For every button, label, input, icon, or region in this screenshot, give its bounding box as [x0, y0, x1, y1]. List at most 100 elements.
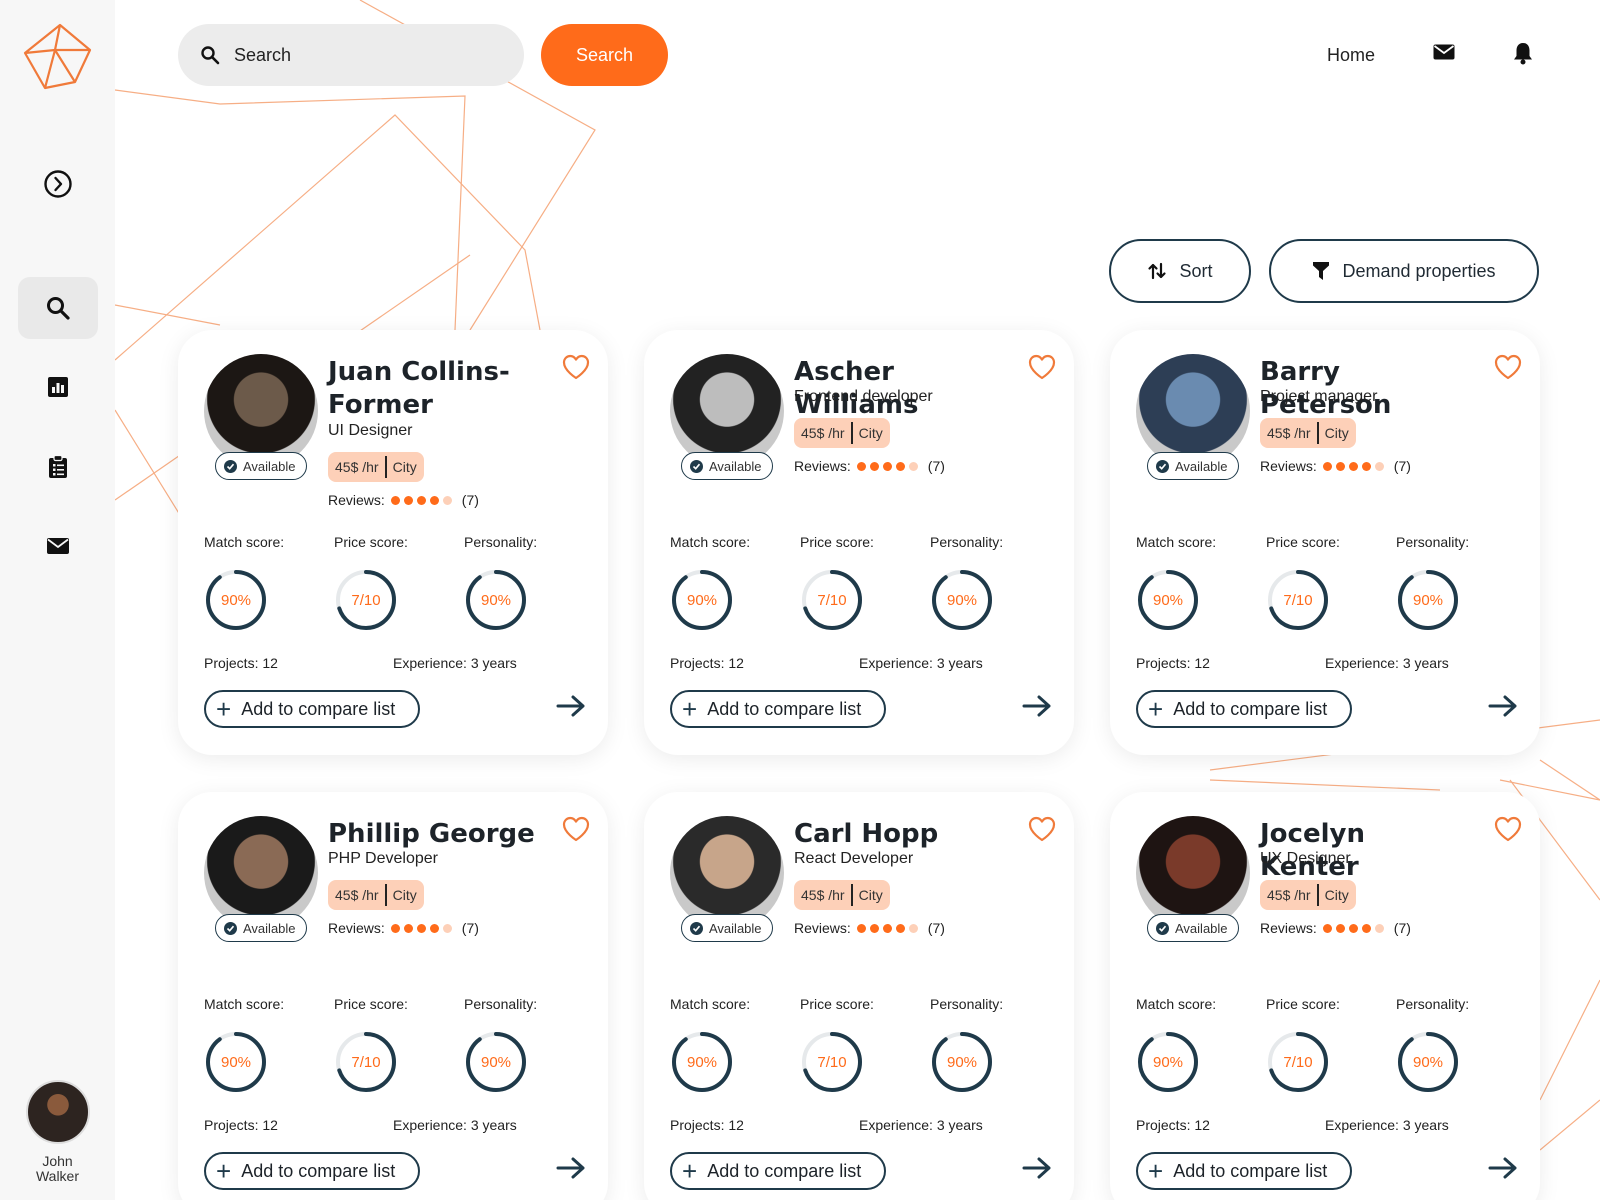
personality-ring: 90% — [930, 1030, 994, 1094]
check-circle-icon — [224, 921, 237, 935]
candidate-card[interactable]: Available Jocelyn Kenter UX Designer 45$… — [1110, 792, 1540, 1200]
mail-icon — [47, 538, 69, 554]
price-score-ring: 7/10 — [800, 1030, 864, 1094]
user-profile[interactable]: John Walker — [0, 1080, 115, 1184]
arrow-right-icon[interactable] — [556, 1156, 586, 1180]
arrow-right-icon[interactable] — [1488, 1156, 1518, 1180]
reviews-label: Reviews: — [794, 920, 851, 936]
sidebar-item-search[interactable] — [18, 277, 98, 339]
search-button[interactable]: Search — [541, 24, 668, 86]
rating-dot-filled — [416, 495, 426, 505]
price-score-ring: 7/10 — [1266, 1030, 1330, 1094]
availability-label: Available — [709, 458, 762, 474]
chevron-right-circle-icon — [44, 170, 72, 198]
hourly-rate: 45$ /hr — [801, 425, 845, 441]
personality-label: Personality: — [464, 996, 538, 1012]
heart-icon[interactable] — [562, 816, 590, 842]
match-score-ring: 90% — [204, 1030, 268, 1094]
candidate-avatar[interactable] — [204, 816, 318, 930]
match-score-label: Match score: — [670, 534, 751, 550]
arrow-right-icon[interactable] — [1488, 694, 1518, 718]
mail-icon[interactable] — [1433, 44, 1455, 60]
search-input[interactable] — [234, 44, 494, 66]
rating-dot-filled — [856, 461, 866, 471]
experience-info: Experience: 3 years — [859, 1117, 983, 1133]
sort-button[interactable]: Sort — [1109, 239, 1251, 303]
candidate-avatar[interactable] — [1136, 354, 1250, 468]
projects-label: Projects: — [1136, 655, 1191, 671]
candidate-avatar[interactable] — [670, 816, 784, 930]
search-bar[interactable] — [178, 24, 524, 86]
experience-label: Experience: — [1325, 655, 1399, 671]
plus-icon: + — [1148, 1156, 1164, 1186]
candidate-card[interactable]: Available Juan Collins-Former UI Designe… — [178, 330, 608, 755]
avatar[interactable] — [25, 1080, 90, 1144]
logo-icon[interactable] — [20, 20, 94, 94]
rate-badge: 45$ /hr City — [794, 418, 890, 448]
personality-ring: 90% — [464, 1030, 528, 1094]
heart-icon[interactable] — [1028, 816, 1056, 842]
candidate-name[interactable]: Juan Collins-Former — [328, 356, 538, 422]
arrow-right-icon[interactable] — [556, 694, 586, 718]
add-to-compare-button[interactable]: + Add to compare list — [1136, 690, 1352, 728]
nav-home-link[interactable]: Home — [1327, 45, 1375, 66]
heart-icon[interactable] — [1494, 816, 1522, 842]
rating-dot-filled — [882, 461, 892, 471]
candidate-name[interactable]: Carl Hopp — [794, 818, 1004, 851]
add-to-compare-button[interactable]: + Add to compare list — [670, 690, 886, 728]
candidate-card[interactable]: Available Phillip George PHP Developer 4… — [178, 792, 608, 1200]
demand-properties-label: Demand properties — [1342, 260, 1496, 281]
check-circle-icon — [1156, 459, 1169, 473]
price-score-ring: 7/10 — [800, 568, 864, 632]
projects-info: Projects: 12 — [1136, 1117, 1210, 1133]
bell-icon[interactable] — [1513, 41, 1533, 65]
add-to-compare-button[interactable]: + Add to compare list — [204, 690, 420, 728]
candidate-card[interactable]: Available Carl Hopp React Developer 45$ … — [644, 792, 1074, 1200]
sidebar-item-expand[interactable] — [18, 153, 98, 215]
candidate-avatar[interactable] — [670, 354, 784, 468]
rating-dot-empty — [442, 923, 452, 933]
match-score-ring: 90% — [1136, 568, 1200, 632]
heart-icon[interactable] — [1028, 354, 1056, 380]
reviews-label: Reviews: — [794, 458, 851, 474]
projects-info: Projects: 12 — [204, 655, 278, 671]
add-to-compare-button[interactable]: + Add to compare list — [670, 1152, 886, 1190]
reviews-row: Reviews: (7) — [1260, 458, 1411, 474]
sidebar-item-tasks[interactable] — [18, 436, 98, 498]
add-to-compare-button[interactable]: + Add to compare list — [204, 1152, 420, 1190]
rating-dot-filled — [895, 923, 905, 933]
city-label: City — [392, 459, 417, 475]
compare-label: Add to compare list — [241, 1160, 396, 1181]
demand-properties-button[interactable]: Demand properties — [1269, 239, 1539, 303]
reviews-row: Reviews: (7) — [1260, 920, 1411, 936]
sort-arrows-icon — [1147, 262, 1167, 280]
divider — [384, 456, 387, 478]
check-circle-icon — [690, 921, 703, 935]
personality-score: Personality: 90% — [1396, 534, 1526, 632]
candidate-card[interactable]: Available Barry Peterson Project manager… — [1110, 330, 1540, 755]
arrow-right-icon[interactable] — [1022, 1156, 1052, 1180]
heart-icon[interactable] — [562, 354, 590, 380]
arrow-right-icon[interactable] — [1022, 694, 1052, 718]
heart-icon[interactable] — [1494, 354, 1522, 380]
rating-dots — [856, 461, 922, 471]
add-to-compare-button[interactable]: + Add to compare list — [1136, 1152, 1352, 1190]
rating-dot-filled — [856, 923, 866, 933]
rating-dot-filled — [1348, 923, 1358, 933]
candidate-avatar[interactable] — [204, 354, 318, 468]
candidate-role: UI Designer — [328, 422, 413, 439]
match-score-ring: 90% — [670, 568, 734, 632]
candidate-avatar[interactable] — [1136, 816, 1250, 930]
candidate-info: Project manager 45$ /hr City Reviews: (7… — [1260, 388, 1411, 474]
match-score-label: Match score: — [204, 996, 285, 1012]
candidate-card[interactable]: Available Ascher Williams Frontend devel… — [644, 330, 1074, 755]
candidate-name[interactable]: Phillip George — [328, 818, 538, 851]
rate-badge: 45$ /hr City — [794, 880, 890, 910]
rating-dot-empty — [1374, 461, 1384, 471]
sidebar-item-messages[interactable] — [18, 515, 98, 577]
sidebar-item-analytics[interactable] — [18, 356, 98, 418]
price-score: Price score: 7/10 — [334, 996, 464, 1094]
projects-value: 12 — [1194, 655, 1210, 671]
compare-label: Add to compare list — [241, 698, 396, 719]
rating-dots — [390, 495, 456, 505]
